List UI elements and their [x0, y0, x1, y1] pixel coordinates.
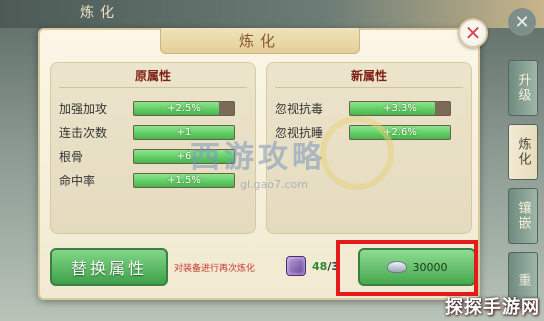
- replace-attributes-button[interactable]: 替换属性: [50, 248, 168, 286]
- attribute-bar: +3.3%: [349, 100, 451, 116]
- new-attributes-heading: 新属性: [350, 68, 387, 83]
- dialog-title-bar: 炼化: [160, 28, 360, 54]
- attribute-bar: +1.5%: [133, 172, 235, 188]
- attribute-row: 根骨 +6: [59, 144, 247, 168]
- attribute-value: +2.5%: [167, 102, 201, 114]
- attribute-label: 忽视抗毒: [275, 101, 324, 116]
- attribute-value: +3.3%: [383, 102, 417, 114]
- refine-item-count: 48/3: [312, 260, 339, 273]
- attribute-bar: +1: [133, 124, 235, 140]
- attribute-label: 根骨: [59, 149, 84, 164]
- side-tab-refine[interactable]: 炼化: [508, 124, 538, 180]
- side-tab-upgrade[interactable]: 升级: [508, 60, 538, 116]
- attribute-value: +1: [176, 126, 192, 138]
- attribute-label: 命中率: [59, 173, 96, 188]
- attribute-row: 连击次数 +1: [59, 120, 247, 144]
- attribute-row: 忽视抗毒 +3.3%: [275, 96, 463, 120]
- brand-watermark: 探探手游网: [445, 297, 540, 318]
- attribute-value: +1.5%: [167, 174, 201, 186]
- attribute-value: +2.6%: [383, 126, 417, 138]
- attribute-row: 忽视抗睡 +2.6%: [275, 120, 463, 144]
- attribute-row: 命中率 +1.5%: [59, 168, 247, 192]
- attribute-bar: +6: [133, 148, 235, 164]
- new-attributes-list: 忽视抗毒 +3.3% 忽视抗睡 +2.6%: [267, 88, 471, 144]
- attribute-value: +6: [176, 150, 192, 162]
- item-count-current: 48: [312, 260, 328, 273]
- attribute-label: 连击次数: [59, 125, 108, 140]
- original-attributes-heading: 原属性: [134, 68, 171, 83]
- highlight-box: [336, 240, 478, 296]
- refine-gem-icon[interactable]: [286, 256, 306, 276]
- dialog-title: 炼化: [238, 32, 281, 50]
- new-attributes-panel: 新属性 忽视抗毒 +3.3% 忽视抗睡 +2.6%: [266, 62, 472, 234]
- background-tab-title: 炼化: [80, 5, 120, 21]
- attribute-bar: +2.6%: [349, 124, 451, 140]
- close-button[interactable]: ✕: [458, 18, 488, 48]
- original-attributes-list: 加强加攻 +2.5% 连击次数 +1 根骨 +6 命中率 +1.5%: [51, 88, 255, 192]
- original-attributes-panel: 原属性 加强加攻 +2.5% 连击次数 +1 根骨 +6 命中率 +1.5%: [50, 62, 256, 234]
- attribute-label: 加强加攻: [59, 101, 108, 116]
- attribute-bar: +2.5%: [133, 100, 235, 116]
- side-tab-inlay[interactable]: 镶嵌: [508, 188, 538, 244]
- background-close-icon[interactable]: ✕: [508, 8, 536, 36]
- refine-hint-text: 对装备进行再次炼化: [174, 264, 256, 274]
- side-tab-bar: 升级 炼化 镶嵌 重: [508, 60, 538, 316]
- attribute-label: 忽视抗睡: [275, 125, 324, 140]
- attribute-row: 加强加攻 +2.5%: [59, 96, 247, 120]
